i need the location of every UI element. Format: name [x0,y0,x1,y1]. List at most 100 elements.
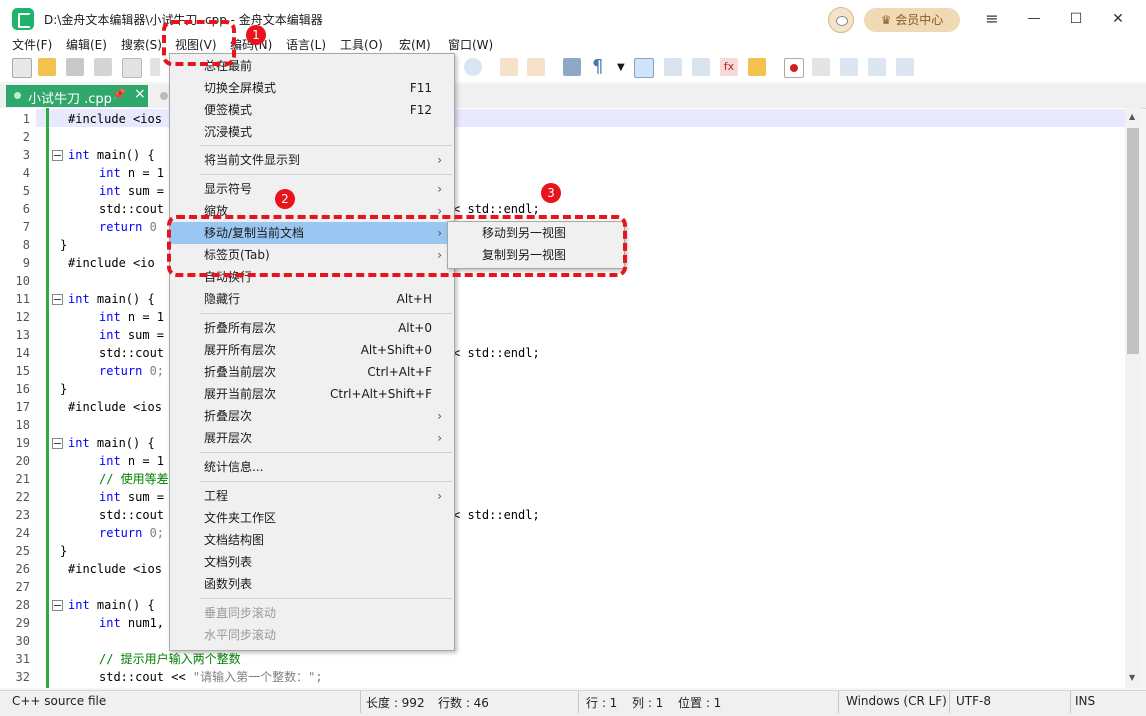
menu-search[interactable]: 搜索(S) [121,36,162,54]
new-file-icon[interactable] [12,58,32,78]
close-all-icon[interactable] [150,58,160,76]
open-folder-icon[interactable] [38,58,56,76]
line-number: 23 [15,508,30,522]
menu-icon[interactable]: ≡ [978,8,1006,30]
member-center-button[interactable]: ♛ 会员中心 [864,8,960,32]
line-number: 19 [15,436,30,450]
line-number: 7 [22,220,30,234]
indent-guide-icon[interactable] [634,58,654,78]
avatar-icon[interactable] [828,7,854,33]
save-macro-icon[interactable] [896,58,914,76]
status-line-count: 行数 : 46 [438,696,489,710]
line-number: 30 [15,634,30,648]
code-line: return 0 [99,220,157,234]
menu-item-sync-horizontal: 水平同步滚动 [204,628,277,642]
line-number: 18 [15,418,30,432]
line-number: 4 [22,166,30,180]
code-line: int sum = [99,184,165,198]
menu-separator [200,174,452,175]
menu-item-note-mode[interactable]: 便签模式 F12 [170,99,452,121]
status-encoding[interactable]: UTF-8 [956,694,991,708]
scroll-up-icon[interactable]: ▲ [1129,112,1135,121]
sync-vertical-icon[interactable] [500,58,518,76]
code-line: int main() { [68,436,155,450]
menu-tools[interactable]: 工具(O) [340,36,383,54]
menu-item-fold-current[interactable]: 折叠当前层次 Ctrl+Alt+F [170,361,452,383]
menu-separator [200,145,452,146]
stop-macro-icon[interactable] [812,58,830,76]
fold-toggle-icon[interactable] [52,438,63,449]
menu-item-fullscreen[interactable]: 切换全屏模式 F11 [170,77,452,99]
menu-item-document-map[interactable]: 文档结构图 [170,529,452,551]
menu-language[interactable]: 语言(L) [286,36,326,54]
line-number: 29 [15,616,30,630]
status-separator [1070,691,1071,713]
menu-item-project[interactable]: 工程 › [170,485,452,507]
maximize-button[interactable]: ☐ [1062,8,1090,30]
dropdown-arrow-icon[interactable]: ▼ [617,62,625,73]
menu-window[interactable]: 窗口(W) [448,36,493,54]
code-line: int n = 1 [99,454,165,468]
save-all-icon[interactable] [94,58,112,76]
menu-item-unfold-level[interactable]: 展开层次 › [170,427,452,449]
save-icon[interactable] [66,58,84,76]
scroll-down-icon[interactable]: ▼ [1129,673,1135,682]
menu-item-function-list[interactable]: 函数列表 [170,573,452,595]
code-line: return 0; [99,364,165,378]
menu-item-show-symbols[interactable]: 显示符号 › [170,178,452,200]
status-separator [838,691,839,713]
close-file-icon[interactable] [122,58,142,78]
fold-toggle-icon[interactable] [52,294,63,305]
menu-item-show-file-in[interactable]: 将当前文件显示到 › [170,149,452,171]
code-line: #include <ios [68,112,162,126]
play-multiple-icon[interactable] [868,58,886,76]
zoom-icon[interactable] [464,58,482,76]
code-line: std::cout [99,202,165,216]
menu-item-document-list[interactable]: 文档列表 [170,551,452,573]
close-button[interactable]: ✕ [1104,8,1132,30]
code-line: return 0; [99,526,165,540]
menu-file[interactable]: 文件(F) [12,36,52,54]
doc-list-icon[interactable] [692,58,710,76]
status-eol[interactable]: Windows (CR LF) [846,694,947,708]
line-number: 21 [15,472,30,486]
folder-workspace-icon[interactable] [748,58,766,76]
menu-item-unfold-current[interactable]: 展开当前层次 Ctrl+Alt+Shift+F [170,383,452,405]
menu-item-unfold-all[interactable]: 展开所有层次 Alt+Shift+0 [170,339,452,361]
minimize-button[interactable]: — [1020,8,1048,30]
line-number: 5 [22,184,30,198]
line-number: 6 [22,202,30,216]
code-line: #include <ios [68,400,162,414]
change-marker-bar [46,108,49,688]
code-line: int sum = [99,490,165,504]
word-wrap-icon[interactable] [563,58,581,76]
sync-horizontal-icon[interactable] [527,58,545,76]
fold-toggle-icon[interactable] [52,600,63,611]
show-symbols-icon[interactable]: ¶ [592,58,610,76]
menu-item-immersive-mode[interactable]: 沉浸模式 [170,121,452,143]
menu-item-statistics[interactable]: 统计信息... [170,456,452,478]
function-list-icon[interactable]: fx [720,58,738,76]
doc-map-icon[interactable] [664,58,682,76]
record-macro-icon[interactable] [784,58,804,78]
menu-item-fold-all[interactable]: 折叠所有层次 Alt+0 [170,317,452,339]
menu-item-folder-workspace[interactable]: 文件夹工作区 [170,507,452,529]
status-column: 列 : 1 [632,696,664,710]
line-number: 13 [15,328,30,342]
menu-item-hide-lines[interactable]: 隐藏行 Alt+H [170,288,452,310]
menu-item-fold-level[interactable]: 折叠层次 › [170,405,452,427]
code-line: } [60,544,68,558]
pin-icon[interactable]: 📌 [112,88,126,101]
tab-close-icon[interactable]: × [134,86,146,102]
menu-edit[interactable]: 编辑(E) [66,36,107,54]
status-row: 行 : 1 [586,696,618,710]
menu-macro[interactable]: 宏(M) [399,36,431,54]
member-center-label: 会员中心 [895,13,944,27]
fold-toggle-icon[interactable] [52,150,63,161]
code-line: std::cout << "请输入第一个整数："; [99,670,323,684]
play-macro-icon[interactable] [840,58,858,76]
tab-active-file[interactable]: 小试牛刀 .cpp 📌 × [6,85,148,107]
second-tab-icon[interactable] [160,92,168,100]
line-number: 3 [22,148,30,162]
scrollbar-thumb[interactable] [1127,128,1139,354]
